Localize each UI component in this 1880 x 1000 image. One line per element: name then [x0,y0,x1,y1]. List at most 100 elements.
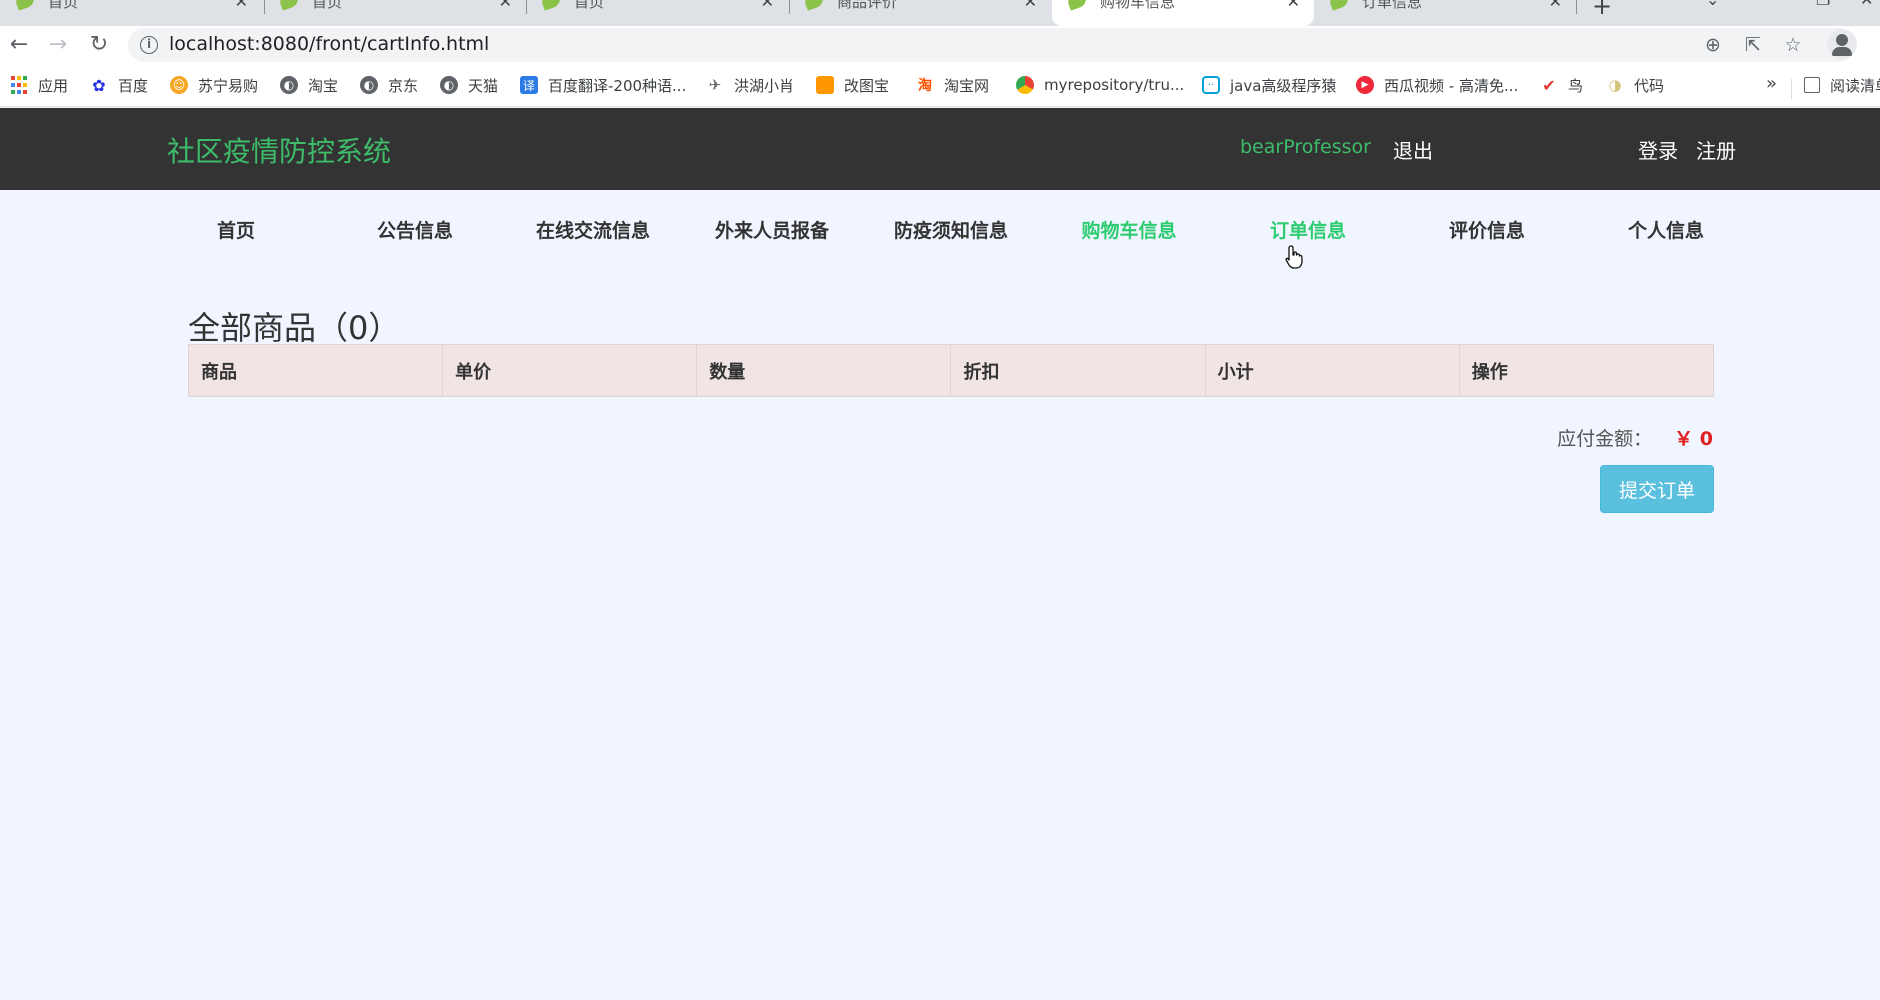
bookmark-label: 百度翻译-200种语... [548,76,687,95]
chrome-icon [1016,76,1034,94]
nav-item-reviews[interactable]: 评价信息 [1397,216,1577,243]
bookmark-apps[interactable]: 应用 [10,72,68,98]
globe-icon: ◐ [440,76,458,94]
reload-icon[interactable]: ↻ [85,30,113,58]
bookmark-label: 改图宝 [844,76,890,95]
browser-tab[interactable]: 首页 ✕ [526,0,788,26]
close-icon[interactable]: ✕ [1287,0,1300,11]
column-header-discount: 折扣 [950,344,1206,397]
bookmark-code[interactable]: ◑ 代码 [1606,72,1664,98]
hand-pointer-cursor-icon [1285,245,1303,269]
nav-item-orders[interactable]: 订单信息 [1218,216,1398,243]
url-text[interactable]: localhost:8080/front/cartInfo.html [169,33,489,55]
leaf-favicon-icon [1328,0,1350,11]
bookmark-label: myrepository/tru... [1044,76,1185,94]
nav-item-visitor-report[interactable]: 外来人员报备 [682,216,862,243]
bookmark-gaitubao[interactable]: 改图宝 [816,72,889,98]
site-header: 社区疫情防控系统 bearProfessor 退出 登录 注册 [0,108,1880,190]
leaf-favicon-icon [540,0,562,11]
bookmark-niao[interactable]: ✔ 鸟 [1540,72,1583,98]
bookmark-tmall[interactable]: ◐ 天猫 [440,72,498,98]
address-bar[interactable]: i localhost:8080/front/cartInfo.html ⊕ ⇱… [128,28,1855,62]
nav-item-home[interactable]: 首页 [146,216,326,243]
profile-avatar-icon[interactable] [1827,29,1857,59]
tab-title: 购物车信息 [1100,0,1176,11]
login-link[interactable]: 登录 [1638,135,1678,164]
cart-table-header-row: 商品 单价 数量 折扣 小计 操作 [187,344,1715,397]
info-icon[interactable]: i [140,36,158,54]
bird-red-icon: ✔ [1542,75,1556,95]
gaitubao-icon [816,76,834,94]
xigua-play-icon: ▶ [1356,76,1374,94]
logout-link[interactable]: 退出 [1393,135,1433,164]
restore-window-icon[interactable]: ❐ [1816,0,1830,9]
new-tab-icon[interactable]: + [1592,0,1612,20]
share-icon[interactable]: ⇱ [1740,32,1766,58]
bookmark-java[interactable]: ·· java高级程序猿 [1202,72,1336,98]
browser-toolbar: ← → ↻ i localhost:8080/front/cartInfo.ht… [0,26,1880,63]
tab-title: 首页 [574,0,605,11]
tab-divider [1576,0,1577,14]
reading-list-icon [1804,77,1820,93]
bookmark-label: 西瓜视频 - 高清免... [1384,76,1519,95]
globe-icon: ◐ [280,76,298,94]
tab-title: 商品评价 [837,0,898,11]
suning-lion-icon: ☺ [170,76,188,94]
close-window-icon[interactable]: ✕ [1860,0,1873,9]
close-icon[interactable]: ✕ [761,0,774,11]
nav-item-prevention-notice[interactable]: 防疫须知信息 [861,216,1041,243]
nav-item-online-chat[interactable]: 在线交流信息 [503,216,683,243]
browser-tab[interactable]: 订单信息 ✕ [1314,0,1576,26]
leaf-favicon-icon [278,0,300,11]
leaf-favicon-icon [1066,0,1088,11]
bookmark-label: 代码 [1634,76,1665,95]
submit-order-button[interactable]: 提交订单 [1600,465,1714,513]
baidu-paw-icon: ✿ [92,75,106,95]
bookmark-xigua[interactable]: ▶ 西瓜视频 - 高清免... [1356,72,1518,98]
browser-tab[interactable]: 首页 ✕ [0,0,262,26]
register-link[interactable]: 注册 [1696,135,1736,164]
leaf-favicon-icon [14,0,36,11]
column-header-quantity: 数量 [696,344,952,397]
bookmark-label: 百度 [118,76,149,95]
browser-tab[interactable]: 商品评价 ✕ [789,0,1051,26]
bookmark-baidu-translate[interactable]: 译 百度翻译-200种语... [520,72,686,98]
browser-tab-active[interactable]: 购物车信息 ✕ [1052,0,1314,26]
forward-arrow-icon[interactable]: → [44,30,72,58]
cart-title: 全部商品（0） [188,309,401,347]
star-bookmark-icon[interactable]: ☆ [1780,32,1806,58]
tab-title: 订单信息 [1362,0,1423,11]
taobao-icon: 淘 [918,78,932,94]
bookmark-jd[interactable]: ◐ 京东 [360,72,418,98]
back-arrow-icon[interactable]: ← [5,30,33,58]
bookmark-label: java高级程序猿 [1230,76,1337,95]
username-link[interactable]: bearProfessor [1240,136,1371,158]
tab-search-icon[interactable]: ⌄ [1706,0,1719,9]
nav-item-profile[interactable]: 个人信息 [1576,216,1756,243]
site-brand[interactable]: 社区疫情防控系统 [167,130,391,170]
total-amount-label: 应付金额： [1557,428,1653,450]
bookmark-baidu[interactable]: ✿ 百度 [90,72,148,98]
leaf-favicon-icon [803,0,825,11]
bookmark-taobao[interactable]: ◐ 淘宝 [280,72,338,98]
bookmarks-bar: 应用 ✿ 百度 ☺ 苏宁易购 ◐ 淘宝 ◐ 京东 ◐ 天猫 译 百度翻译-200… [0,63,1880,107]
bookmark-honghu[interactable]: ✈ 洪湖小肖 [706,72,794,98]
bookmark-myrepository[interactable]: myrepository/tru... [1016,72,1184,98]
close-icon[interactable]: ✕ [499,0,512,11]
close-icon[interactable]: ✕ [235,0,248,11]
browser-tab[interactable]: 首页 ✕ [264,0,526,26]
bookmark-taobao-net[interactable]: 淘 淘宝网 [916,72,989,98]
apps-grid-icon [10,76,28,94]
reading-list[interactable]: 阅读清单 [1804,72,1880,98]
bookmarks-overflow-icon[interactable]: » [1766,73,1777,94]
zoom-icon[interactable]: ⊕ [1700,32,1726,58]
column-header-product: 商品 [187,344,444,397]
nav-item-announcements[interactable]: 公告信息 [325,216,505,243]
nav-item-cart[interactable]: 购物车信息 [1039,216,1219,243]
column-header-subtotal: 小计 [1204,344,1460,397]
bookmark-suning[interactable]: ☺ 苏宁易购 [170,72,258,98]
globe-icon: ◐ [360,76,378,94]
bookmark-label: 洪湖小肖 [734,76,795,95]
close-icon[interactable]: ✕ [1549,0,1562,11]
close-icon[interactable]: ✕ [1024,0,1037,11]
